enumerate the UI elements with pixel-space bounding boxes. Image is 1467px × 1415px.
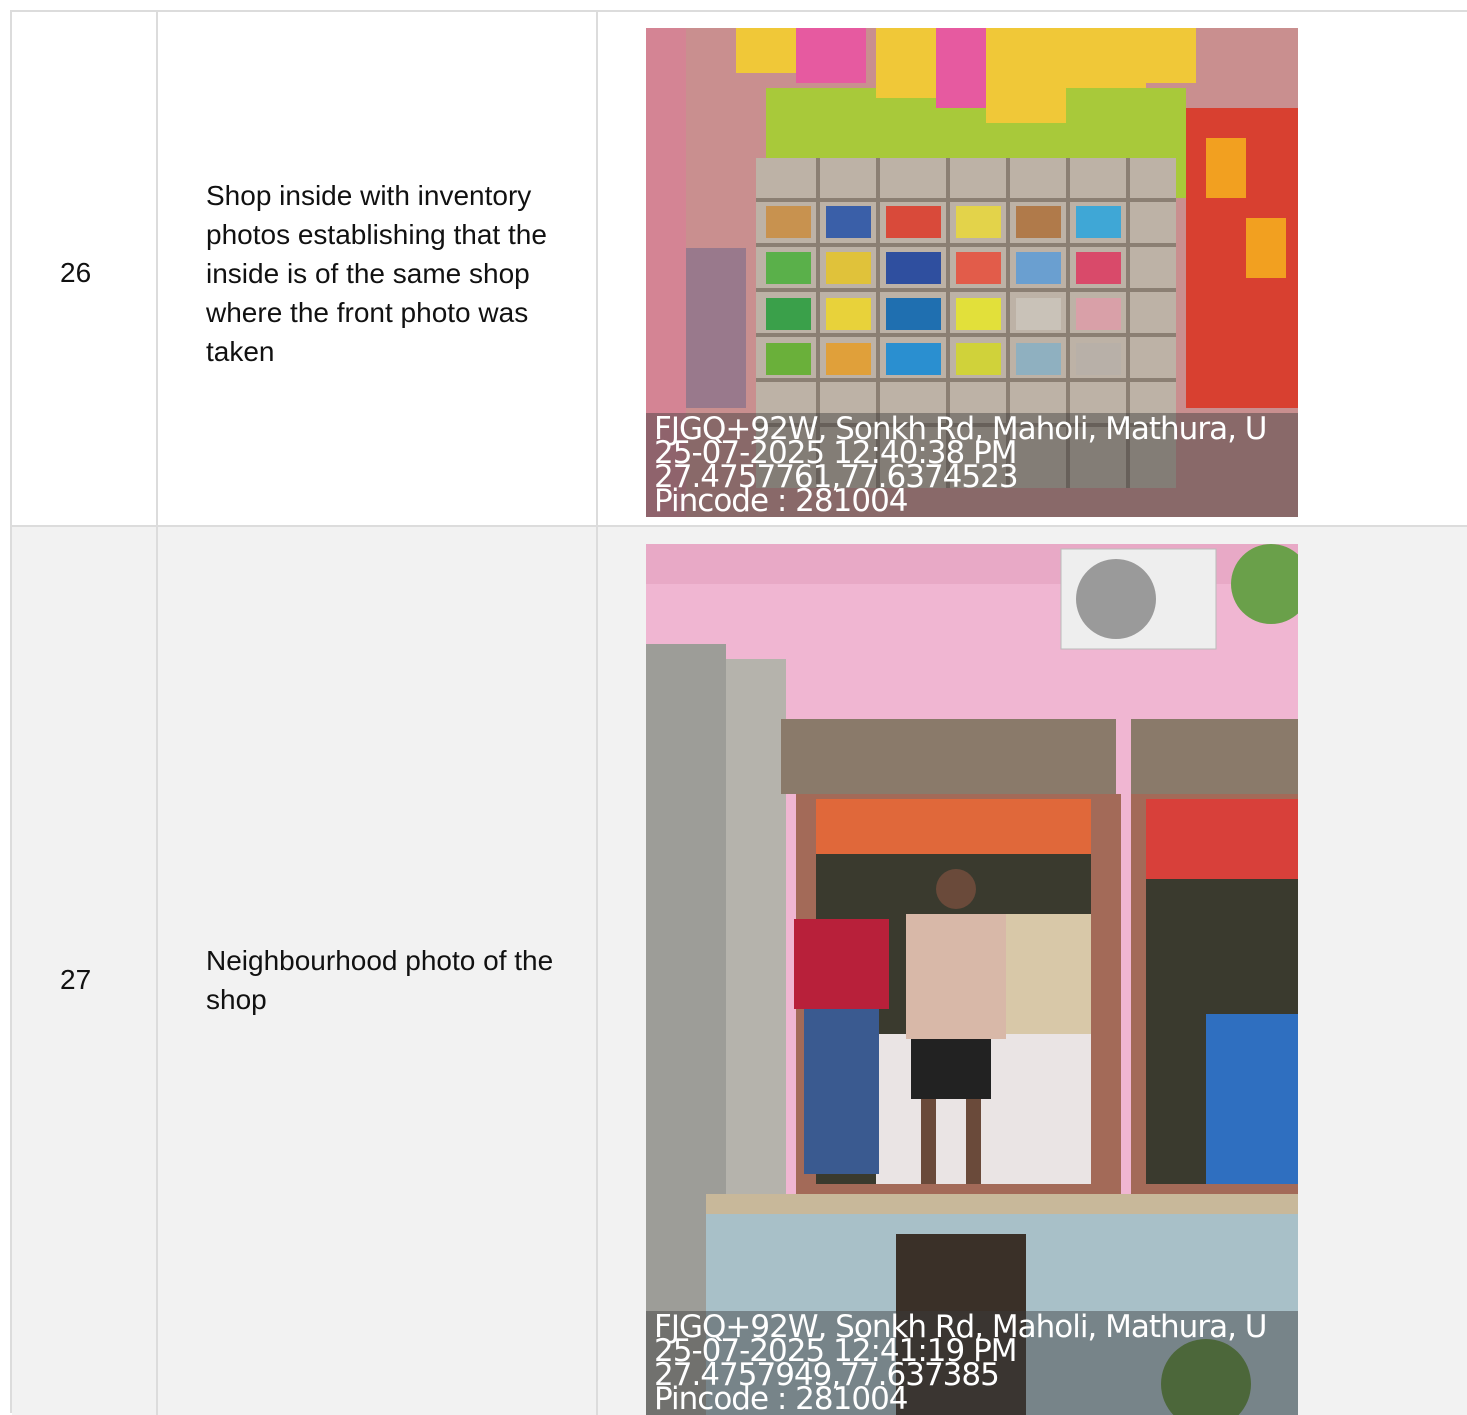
- shop-inside-photo: FJGQ+92W, Sonkh Rd, Maholi, Mathura, U 2…: [646, 28, 1298, 517]
- description-text: Neighbourhood photo of the shop: [206, 945, 554, 1015]
- shop-neighbourhood-photo: FJGQ+92W, Sonkh Rd, Maholi, Mathura, U 2…: [646, 544, 1298, 1415]
- photo-cell: FJGQ+92W, Sonkh Rd, Maholi, Mathura, U 2…: [598, 527, 1467, 1415]
- serial-number-cell: 27: [12, 527, 158, 1415]
- photo-cell: FJGQ+92W, Sonkh Rd, Maholi, Mathura, U 2…: [598, 12, 1467, 525]
- table-row: 27 Neighbourhood photo of the shop FJGQ+…: [12, 527, 1467, 1415]
- serial-number: 27: [60, 964, 92, 995]
- shop-front-image: [646, 544, 1298, 1415]
- serial-number-cell: 26: [12, 12, 158, 525]
- description-cell: Neighbourhood photo of the shop: [158, 527, 598, 1415]
- evidence-table: 26 Shop inside with inventory photos est…: [10, 10, 1467, 1415]
- serial-number: 26: [60, 257, 92, 288]
- geo-stamp: FJGQ+92W, Sonkh Rd, Maholi, Mathura, U 2…: [646, 413, 1298, 517]
- geo-stamp: FJGQ+92W, Sonkh Rd, Maholi, Mathura, U 2…: [646, 1311, 1298, 1415]
- description-text: Shop inside with inventory photos establ…: [206, 180, 547, 367]
- table-row: 26 Shop inside with inventory photos est…: [12, 12, 1467, 527]
- description-cell: Shop inside with inventory photos establ…: [158, 12, 598, 525]
